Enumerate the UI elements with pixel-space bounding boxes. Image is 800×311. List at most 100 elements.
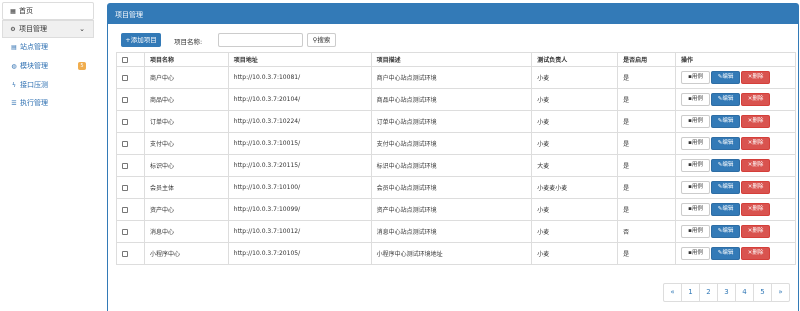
pagination: «1 2 3 4 5» [663,283,790,302]
row-checkbox[interactable] [122,140,128,147]
edit-button[interactable]: ✎编辑 [711,71,741,84]
project-desc-cell: 商户中心站点测试环境 [370,66,533,89]
row-checkbox[interactable] [122,118,128,125]
delete-button[interactable]: ✕删除 [741,203,771,216]
project-desc-cell: 商品中心站点测试环境 [370,88,533,111]
enabled-cell: 是 [617,198,677,221]
row-checkbox[interactable] [122,96,128,103]
row-checkbox[interactable] [122,74,128,81]
project-desc-cell: 订单中心站点测试环境 [370,110,533,133]
test-case-button[interactable]: ▪用例 [681,225,711,238]
table-row: 标识中心 http://10.0.3.7:20115/标识中心站点测试环境 大麦是 ▪… [116,154,796,177]
test-case-button[interactable]: ▪用例 [681,137,711,150]
sidebar-item-home[interactable]: ▦ 首页 [2,2,94,20]
delete-button[interactable]: ✕删除 [741,137,771,150]
row-select-cell [116,198,145,221]
test-case-button[interactable]: ▪用例 [681,203,711,216]
project-table: 项目名称 项目地址 项目描述 测试负责人 是否启用 操作 商户中心 http://… [116,52,796,265]
delete-label: 删除 [752,206,764,212]
sidebar-item-execution-management[interactable]: ☰ 执行管理 [2,94,94,112]
edit-button[interactable]: ✎编辑 [711,247,741,260]
edit-button[interactable]: ✎编辑 [711,159,741,172]
test-case-label: 用例 [691,206,703,212]
project-name-cell: 会员主体 [143,176,229,199]
test-case-button[interactable]: ▪用例 [681,115,711,128]
add-project-button[interactable]: +添加项目 [121,33,161,47]
sidebar-item-project-management[interactable]: ⚙ 项目管理 ⌄ [2,20,94,38]
edit-label: 编辑 [722,206,734,212]
sidebar-item-label: 接口压测 [20,81,48,89]
test-case-label: 用例 [691,118,703,124]
bolt-icon: ϟ [12,81,16,89]
actions-cell: ▪用例 ✎编辑 ✕删除 [675,88,796,111]
page-next-button[interactable]: » [771,283,790,302]
edit-label: 编辑 [722,162,734,168]
delete-button[interactable]: ✕删除 [741,93,771,106]
row-checkbox[interactable] [122,206,128,213]
enabled-cell: 是 [617,154,677,177]
edit-button[interactable]: ✎编辑 [711,203,741,216]
sidebar-item-label: 首页 [19,7,33,15]
edit-label: 编辑 [722,250,734,256]
project-name-cell: 资产中心 [143,198,229,221]
sidebar-item-module-management[interactable]: ◍ 模块管理 5 [2,57,94,75]
project-url-cell: http://10.0.3.7:20104/ [227,88,372,111]
sidebar-item-site-management[interactable]: ▤ 站点管理 [2,38,94,56]
row-checkbox[interactable] [122,250,128,257]
test-case-label: 用例 [691,96,703,102]
row-select-cell [116,132,145,155]
header-actions: 操作 [675,52,796,67]
edit-label: 编辑 [722,118,734,124]
edit-button[interactable]: ✎编辑 [711,181,741,194]
edit-button[interactable]: ✎编辑 [711,93,741,106]
test-case-button[interactable]: ▪用例 [681,71,711,84]
header-test-owner: 测试负责人 [531,52,619,67]
delete-button[interactable]: ✕删除 [741,247,771,260]
page-prev-button[interactable]: « [663,283,682,302]
delete-label: 删除 [752,96,764,102]
delete-button[interactable]: ✕删除 [741,115,771,128]
delete-label: 删除 [752,228,764,234]
actions-cell: ▪用例 ✎编辑 ✕删除 [675,110,796,133]
edit-button[interactable]: ✎编辑 [711,115,741,128]
test-case-button[interactable]: ▪用例 [681,247,711,260]
test-case-button[interactable]: ▪用例 [681,159,711,172]
delete-button[interactable]: ✕删除 [741,71,771,84]
actions-cell: ▪用例 ✎编辑 ✕删除 [675,132,796,155]
test-case-button[interactable]: ▪用例 [681,93,711,106]
select-all-checkbox[interactable] [122,56,128,63]
project-name-input[interactable] [218,33,303,47]
delete-button[interactable]: ✕删除 [741,225,771,238]
table-row: 商品中心 http://10.0.3.7:20104/商品中心站点测试环境 小麦是 ▪… [116,88,796,111]
page-button[interactable]: 2 [699,283,718,302]
row-checkbox[interactable] [122,228,128,235]
header-project-url: 项目地址 [227,52,372,67]
sidebar-item-label: 执行管理 [20,99,48,107]
edit-button[interactable]: ✎编辑 [711,225,741,238]
table-row: 订单中心 http://10.0.3.7:10224/订单中心站点测试环境 小麦是 ▪… [116,110,796,133]
page-button[interactable]: 1 [681,283,700,302]
enabled-cell: 是 [617,88,677,111]
delete-button[interactable]: ✕删除 [741,159,771,172]
test-case-button[interactable]: ▪用例 [681,181,711,194]
actions-cell: ▪用例 ✎编辑 ✕删除 [675,242,796,265]
page-button[interactable]: 4 [735,283,754,302]
row-checkbox[interactable] [122,184,128,191]
actions-cell: ▪用例 ✎编辑 ✕删除 [675,198,796,221]
edit-button[interactable]: ✎编辑 [711,137,741,150]
delete-button[interactable]: ✕删除 [741,181,771,194]
project-url-cell: http://10.0.3.7:20115/ [227,154,372,177]
page-button[interactable]: 3 [717,283,736,302]
enabled-cell: 是 [617,110,677,133]
test-owner-cell: 大麦 [531,154,619,177]
sidebar-item-load-test[interactable]: ϟ 接口压测 [2,76,94,94]
test-case-label: 用例 [691,74,703,80]
row-checkbox[interactable] [122,162,128,169]
search-button[interactable]: ⚲搜索 [307,33,336,47]
project-url-cell: http://10.0.3.7:20105/ [227,242,372,265]
delete-label: 删除 [752,74,764,80]
delete-label: 删除 [752,184,764,190]
page-button[interactable]: 5 [753,283,772,302]
project-url-cell: http://10.0.3.7:10224/ [227,110,372,133]
actions-cell: ▪用例 ✎编辑 ✕删除 [675,66,796,89]
